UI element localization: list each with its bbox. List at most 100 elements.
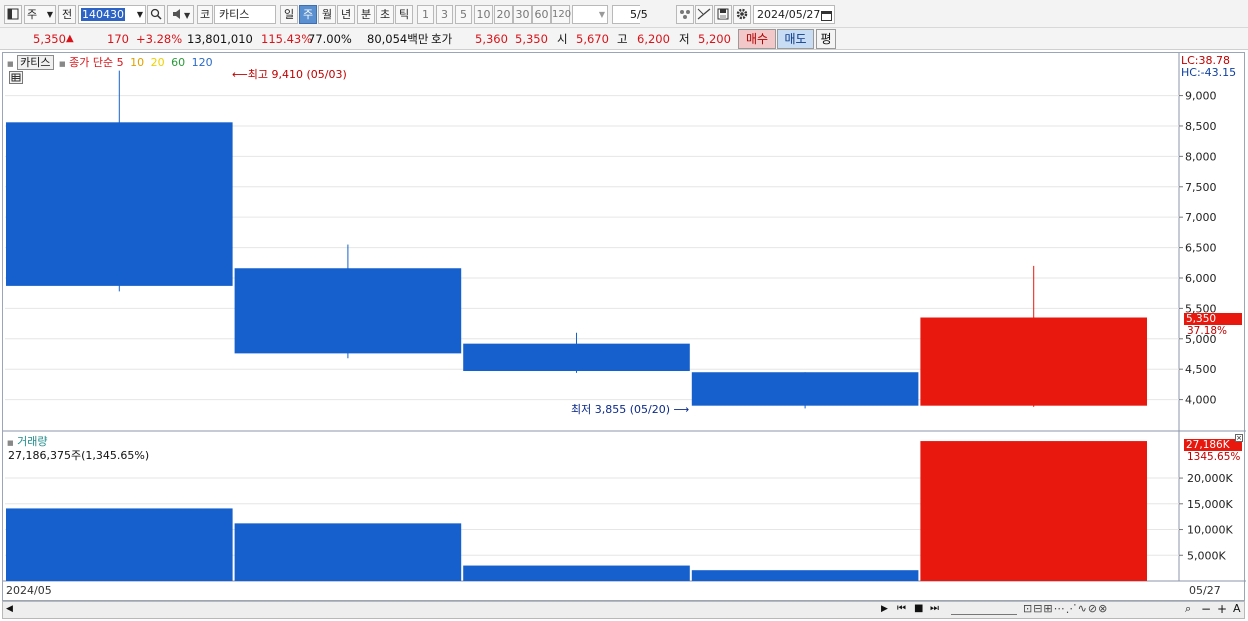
price-tick-label: 8,500 (1185, 120, 1217, 133)
volume-tick-label: 10,000K (1187, 524, 1233, 537)
volume-bar (463, 565, 690, 581)
turnover-rate: 77.00% (308, 32, 352, 46)
low-annotation: 최저 3,855 (05/20) ⟶ (571, 401, 689, 417)
fast-forward-icon[interactable]: ⏭ (930, 603, 939, 614)
price-change-pct: +3.28% (136, 32, 183, 46)
chart-canvas[interactable]: 4,0004,5005,0005,5006,0006,5007,0007,500… (3, 53, 1246, 602)
ask-price-1: 5,360 (475, 32, 508, 46)
price-tick-label: 4,500 (1185, 363, 1217, 376)
interval-20-button[interactable]: 20 (494, 5, 513, 24)
horizontal-scrollbar[interactable]: ◀ ▶ ⏮ ■ ⏭ ⊡⊟⊞⋯⋰∿⊘⊗ ⌕ − + A (2, 601, 1245, 619)
legend-ma-10: 10 (130, 56, 145, 69)
trade-volume: 13,801,010 (187, 32, 253, 46)
interval-30-button[interactable]: 30 (513, 5, 532, 24)
chevron-down-icon[interactable]: ▼ (599, 6, 605, 23)
stop-icon[interactable]: ■ (914, 603, 923, 614)
x-axis-start-label: 2024/05 (6, 584, 52, 597)
legend-ma-title[interactable]: 종가 단순 (69, 56, 113, 69)
period-minute-button[interactable]: 분 (357, 5, 375, 24)
price-tick-label: 4,000 (1185, 394, 1217, 407)
chart-tool-icons[interactable]: ⊡⊟⊞⋯⋰∿⊘⊗ (1023, 602, 1108, 615)
page-indicator: 5/5 (630, 8, 648, 21)
price-change: 170 (107, 32, 129, 46)
stock-code-field[interactable]: 140430 ▼ (78, 5, 146, 24)
rewind-icon[interactable]: ⏮ (897, 603, 906, 614)
ask-label: 호가 (431, 32, 453, 46)
interval-60-button[interactable]: 60 (532, 5, 551, 24)
chevron-down-icon: ▼ (46, 10, 53, 19)
legend-stock-name[interactable]: 카티스 (17, 55, 54, 70)
candle-body (463, 343, 690, 372)
buy-button[interactable]: 매수 (738, 29, 776, 49)
date-value: 2024/05/27 (757, 8, 821, 21)
close-panel-icon[interactable]: × (1235, 434, 1243, 442)
sell-button[interactable]: 매도 (777, 29, 814, 49)
period-code-value: 주 (27, 8, 38, 21)
current-price-pct: 37.18% (1187, 325, 1228, 337)
open-label: 시 (557, 32, 568, 46)
data-table-icon[interactable] (9, 71, 23, 84)
volume-tick-label: 5,000K (1187, 549, 1226, 562)
save-icon[interactable] (714, 5, 732, 24)
legend-ma-60: 60 (171, 56, 186, 69)
interval-input[interactable]: ▼ (572, 5, 608, 24)
current-price-tag: 5,350 (1184, 313, 1242, 325)
stock-name-field[interactable]: 카티스 (214, 5, 276, 24)
trade-amount: 80,054백만 (367, 32, 429, 46)
search-icon[interactable] (147, 5, 165, 24)
period-tick-button[interactable]: 틱 (395, 5, 413, 24)
price-tick-label: 6,500 (1185, 242, 1217, 255)
date-field[interactable]: 2024/05/27 (753, 5, 835, 24)
high-price: 6,200 (637, 32, 670, 46)
stock-code-value: 140430 (81, 8, 125, 21)
volume-ratio: 115.43% (261, 32, 313, 46)
period-month-button[interactable]: 월 (318, 5, 336, 24)
chevron-down-icon[interactable]: ▼ (137, 6, 143, 23)
svg-text:▼: ▼ (184, 11, 191, 20)
zoom-out-icon[interactable]: − (1201, 602, 1211, 616)
gear-icon[interactable] (733, 5, 751, 24)
chart-area[interactable]: 4,000 4,500 5,000 5,500 6,000 6,500 7,000 7,500… (2, 52, 1246, 602)
draw-tool-icon[interactable] (695, 5, 713, 24)
scroll-right-icon[interactable]: ▶ (881, 604, 888, 614)
price-tick-label: 6,000 (1185, 272, 1217, 285)
interval-3-button[interactable]: 3 (436, 5, 453, 24)
price-tick-label: 8,000 (1185, 150, 1217, 163)
period-day-button[interactable]: 일 (280, 5, 298, 24)
volume-bar (6, 508, 233, 581)
chart-tools-icon[interactable] (676, 5, 694, 24)
ask-price-2: 5,350 (515, 32, 548, 46)
period-year-button[interactable]: 년 (337, 5, 355, 24)
hc-label: HC:-43.15 (1181, 66, 1237, 79)
compare-button[interactable]: 전 (58, 5, 76, 24)
interval-120-button[interactable]: 120 (551, 5, 571, 24)
period-week-button[interactable]: 주 (299, 5, 317, 24)
legend-ma-5: 5 (116, 56, 124, 69)
period-second-button[interactable]: 초 (376, 5, 394, 24)
interval-1-button[interactable]: 1 (417, 5, 434, 24)
zoom-icon[interactable]: ⌕ (1185, 602, 1191, 616)
window-menu-icon[interactable] (4, 5, 22, 24)
auto-scale-icon[interactable]: A (1233, 602, 1241, 615)
volume-tick-label: 15,000K (1187, 498, 1233, 511)
low-annotation-text: 최저 3,855 (05/20) (571, 403, 671, 416)
interval-5-button[interactable]: 5 (455, 5, 472, 24)
candle-body (920, 317, 1147, 406)
legend-ma-120: 120 (191, 56, 213, 69)
price-tick-label: 9,000 (1185, 90, 1217, 103)
period-code-select[interactable]: 주 ▼ (24, 5, 56, 24)
zoom-in-icon[interactable]: + (1217, 602, 1227, 616)
legend-ma-20: 20 (150, 56, 165, 69)
calendar-icon[interactable] (821, 8, 832, 23)
current-volume-pct: 1345.65% (1187, 451, 1241, 463)
interval-10-button[interactable]: 10 (474, 5, 493, 24)
zoom-slider[interactable] (951, 605, 1017, 615)
volume-value: 27,186,375주(1,345.65%) (8, 449, 150, 462)
sound-icon[interactable]: ▼ (167, 5, 194, 24)
average-button[interactable]: 평 (816, 29, 836, 49)
x-axis-end-label: 05/27 (1189, 584, 1221, 597)
price-tick-label: 7,500 (1185, 181, 1217, 194)
open-price: 5,670 (576, 32, 609, 46)
scroll-left-icon[interactable]: ◀ (6, 604, 13, 614)
current-volume-tag: 27,186K (1184, 439, 1242, 451)
